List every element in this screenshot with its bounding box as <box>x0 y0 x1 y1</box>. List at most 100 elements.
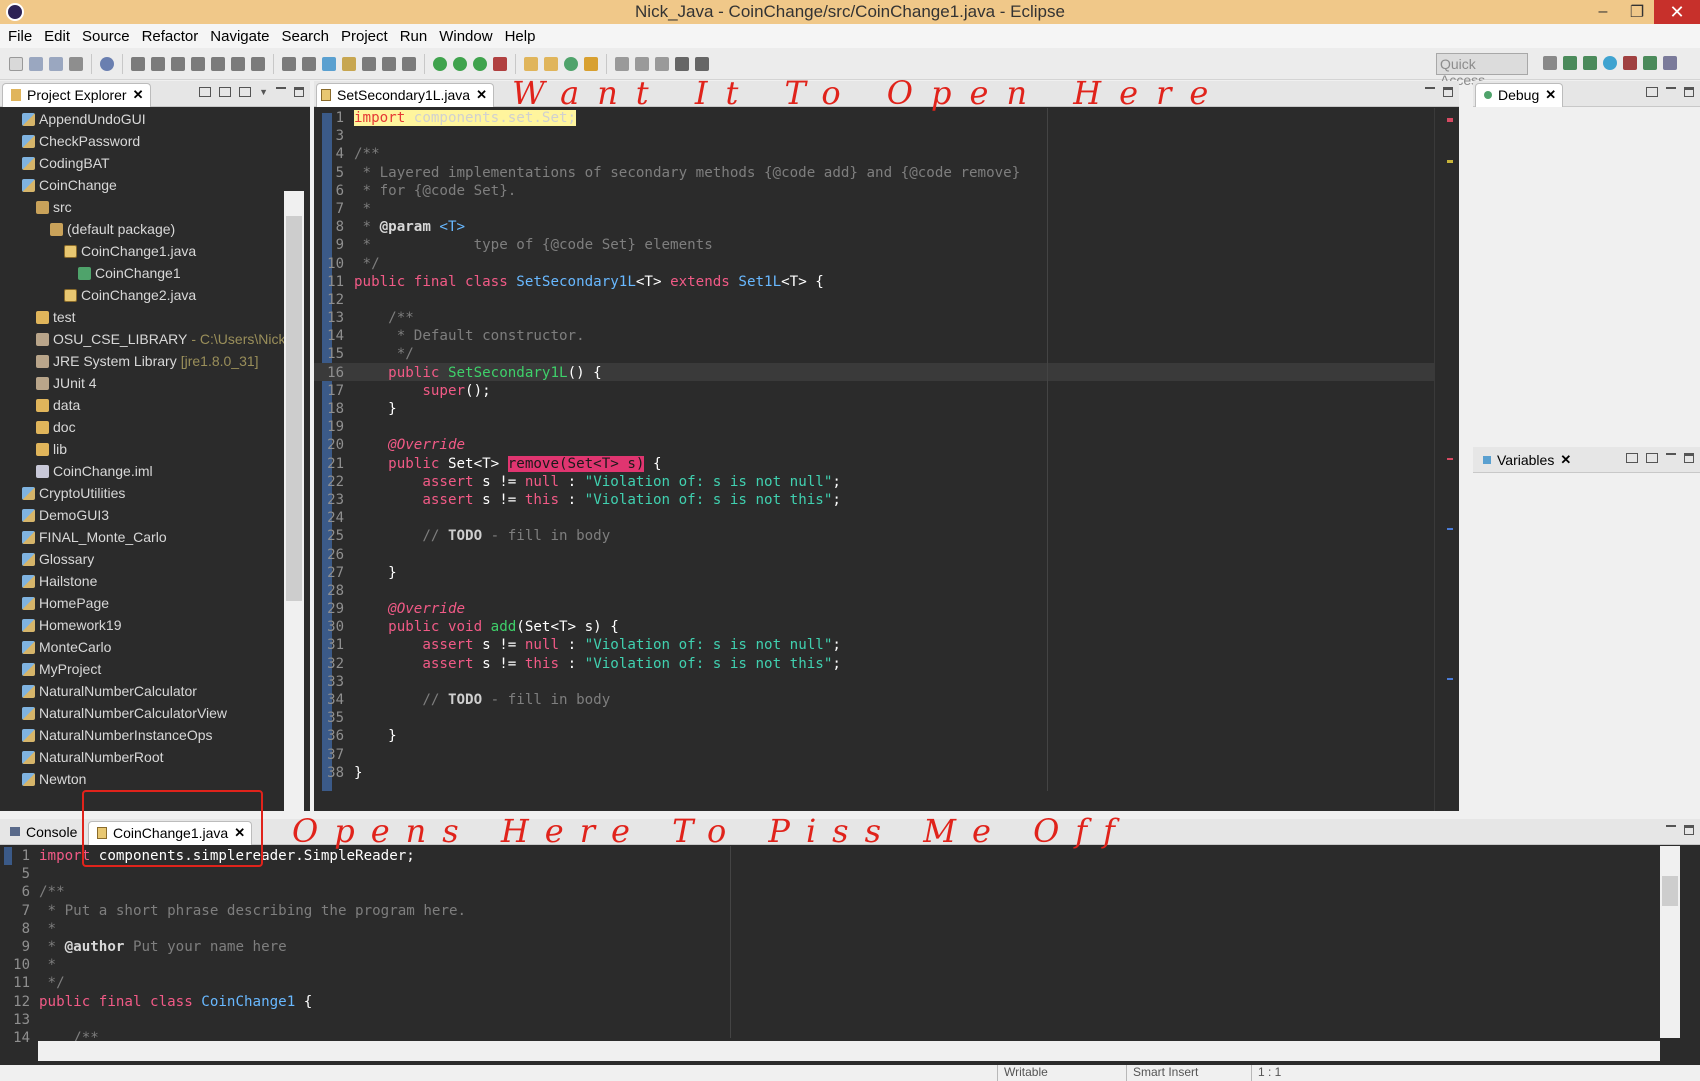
new-package-icon[interactable] <box>544 56 558 71</box>
run-icon[interactable] <box>453 56 467 71</box>
code-line[interactable]: * for {@code Set}. <box>354 182 1020 200</box>
maximize-view-icon[interactable] <box>1684 453 1694 463</box>
code-line[interactable]: * <box>39 920 466 938</box>
tree-item[interactable]: MonteCarlo <box>0 636 284 658</box>
team-perspective-icon[interactable] <box>1623 56 1637 70</box>
code-line[interactable]: } <box>354 564 1020 582</box>
tree-item[interactable]: NaturalNumberRoot <box>0 746 284 768</box>
code-line[interactable]: assert s != this : "Violation of: s is n… <box>354 655 1020 673</box>
code-line[interactable] <box>354 673 1020 691</box>
menu-window[interactable]: Window <box>433 28 498 45</box>
open-type-hierarchy-icon[interactable] <box>584 56 598 71</box>
code-line[interactable]: public final class CoinChange1 { <box>39 993 466 1011</box>
external-tools-icon[interactable] <box>493 56 507 71</box>
tree-item[interactable]: doc <box>0 416 284 438</box>
debug-icon[interactable] <box>433 56 447 71</box>
tree-item[interactable]: CheckPassword <box>0 130 284 152</box>
tree-item[interactable]: AppendUndoGUI <box>0 108 284 130</box>
use-step-filters-icon[interactable] <box>302 56 316 71</box>
code-line[interactable] <box>39 1011 466 1029</box>
code-line[interactable] <box>354 509 1020 527</box>
print-icon[interactable] <box>69 56 83 71</box>
tree-item[interactable]: data <box>0 394 284 416</box>
tab-console[interactable]: Console <box>2 821 83 845</box>
tree-item[interactable]: src <box>0 196 284 218</box>
save-all-icon[interactable] <box>49 56 63 71</box>
code-line[interactable]: @Override <box>354 436 1020 454</box>
code-line[interactable] <box>39 865 466 883</box>
highlight-icon[interactable] <box>342 56 356 71</box>
code-line[interactable] <box>354 746 1020 764</box>
tree-item[interactable]: JUnit 4 <box>0 372 284 394</box>
code-line[interactable]: super(); <box>354 382 1020 400</box>
java-browsing-perspective-icon[interactable] <box>1583 56 1597 70</box>
code-line[interactable]: assert s != null : "Violation of: s is n… <box>354 636 1020 654</box>
maximize-view-icon[interactable] <box>1684 825 1694 835</box>
minimize-view-icon[interactable] <box>1666 825 1676 835</box>
new-class-icon[interactable] <box>564 56 578 71</box>
tree-item[interactable]: Hailstone <box>0 570 284 592</box>
tab-variables[interactable]: Variables ✕ <box>1475 449 1577 473</box>
code-line[interactable]: * Put a short phrase describing the prog… <box>39 902 467 920</box>
code-line[interactable]: */ <box>354 255 1020 273</box>
tree-item[interactable]: NaturalNumberCalculatorView <box>0 702 284 724</box>
search-icon[interactable] <box>615 56 629 71</box>
toggle-mark-icon[interactable] <box>362 56 376 71</box>
menu-source[interactable]: Source <box>76 28 136 45</box>
minimize-view-icon[interactable] <box>1666 453 1676 463</box>
collapse-all-icon[interactable] <box>1646 453 1658 463</box>
code-line[interactable]: } <box>354 400 1020 418</box>
close-tab-icon[interactable]: ✕ <box>1560 452 1571 468</box>
tree-item[interactable]: Newton <box>0 768 284 790</box>
menu-file[interactable]: File <box>2 28 38 45</box>
code-line[interactable]: public void add(Set<T> s) { <box>354 618 1020 636</box>
resume-icon[interactable] <box>131 56 145 71</box>
code-line[interactable]: public final class SetSecondary1L<T> ext… <box>354 273 1020 291</box>
code-line[interactable]: } <box>354 727 1020 745</box>
remove-terminated-icon[interactable] <box>1646 87 1658 97</box>
close-tab-icon[interactable]: ✕ <box>133 87 144 103</box>
tree-item[interactable]: lib <box>0 438 284 460</box>
close-window-button[interactable]: ✕ <box>1654 0 1700 24</box>
tree-item[interactable]: CoinChange <box>0 174 284 196</box>
code-line[interactable]: */ <box>39 974 466 992</box>
block-selection-icon[interactable] <box>402 56 416 71</box>
maximize-view-icon[interactable] <box>294 87 304 97</box>
step-over-icon[interactable] <box>231 56 245 71</box>
terminate-icon[interactable] <box>171 56 185 71</box>
explorer-scroll-thumb[interactable] <box>286 216 302 601</box>
open-perspective-icon[interactable] <box>1543 56 1557 70</box>
disconnect-icon[interactable] <box>191 56 205 71</box>
new-icon[interactable] <box>9 56 23 71</box>
editor-overview-ruler[interactable] <box>1434 108 1459 811</box>
bottom-editor-code[interactable]: import components.simplereader.SimpleRea… <box>39 847 466 1047</box>
tree-item[interactable]: FINAL_Monte_Carlo <box>0 526 284 548</box>
link-with-editor-icon[interactable] <box>219 87 232 97</box>
tree-item[interactable]: Glossary <box>0 548 284 570</box>
tab-debug[interactable]: Debug ✕ <box>1475 83 1564 107</box>
menu-help[interactable]: Help <box>499 28 542 45</box>
menu-project[interactable]: Project <box>335 28 394 45</box>
maximize-view-icon[interactable] <box>1684 87 1694 97</box>
code-line[interactable]: * @param <T> <box>354 218 1020 236</box>
tree-item[interactable]: HomePage <box>0 592 284 614</box>
coverage-icon[interactable] <box>473 56 487 71</box>
tree-item[interactable]: CryptoUtilities <box>0 482 284 504</box>
tree-item[interactable]: (default package) <box>0 218 284 240</box>
code-line[interactable]: // TODO - fill in body <box>354 691 1020 709</box>
code-line[interactable]: /** <box>39 883 466 901</box>
open-type-icon[interactable] <box>322 56 336 71</box>
code-line[interactable]: // TODO - fill in body <box>354 527 1020 545</box>
code-line[interactable] <box>354 709 1020 727</box>
filter-icon[interactable] <box>239 87 252 97</box>
tree-item[interactable]: CodingBAT <box>0 152 284 174</box>
menu-navigate[interactable]: Navigate <box>204 28 275 45</box>
step-return-icon[interactable] <box>251 56 265 71</box>
annotation-next-icon[interactable] <box>635 56 649 71</box>
minimize-button[interactable]: – <box>1586 0 1620 24</box>
tree-item[interactable]: MyProject <box>0 658 284 680</box>
debug-perspective-icon[interactable] <box>1603 56 1617 70</box>
menu-refactor[interactable]: Refactor <box>136 28 205 45</box>
code-line[interactable] <box>354 546 1020 564</box>
java-perspective-icon[interactable] <box>1563 56 1577 70</box>
